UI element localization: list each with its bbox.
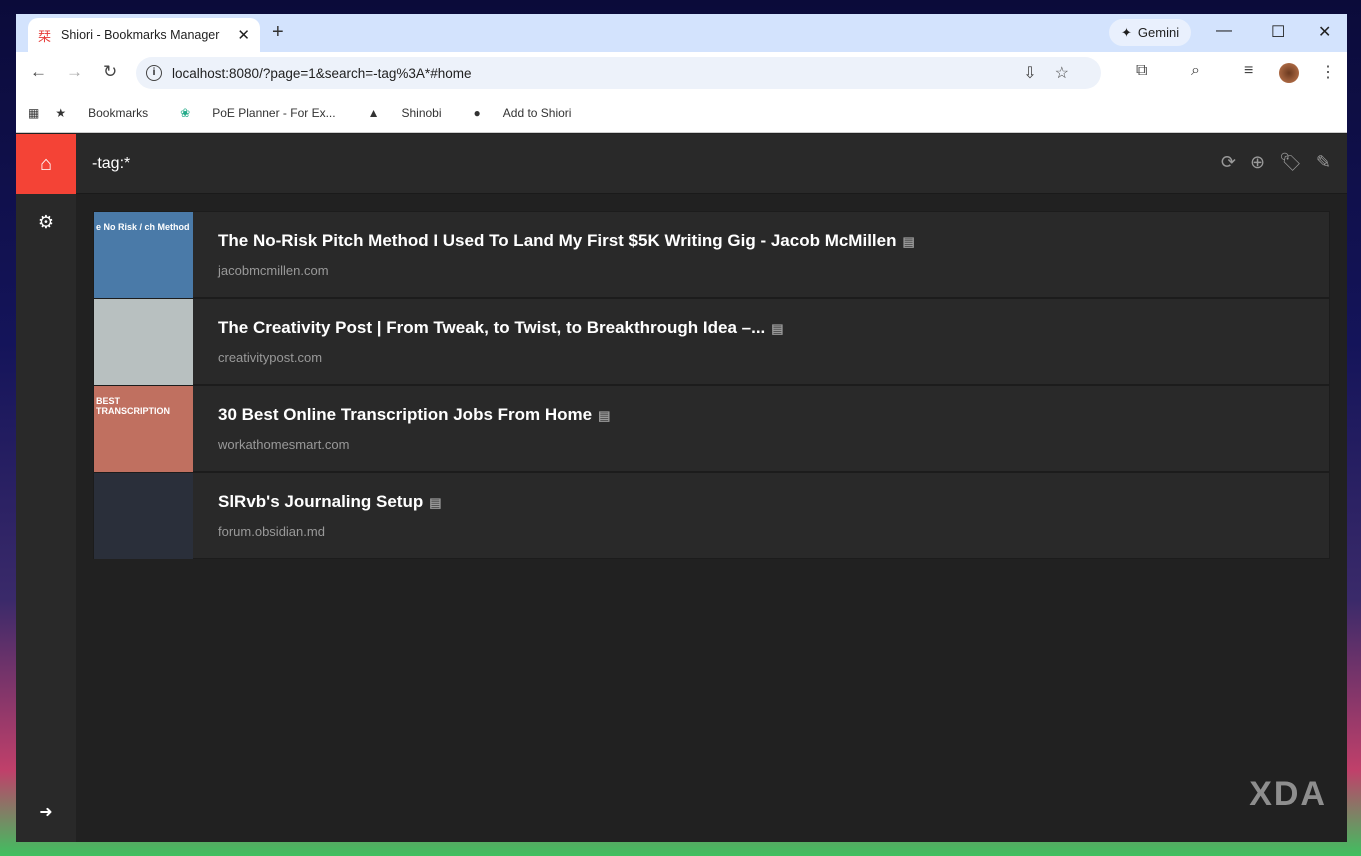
tags-icon[interactable]: 🏷 bbox=[1279, 152, 1302, 173]
toolbar: ← → ↻ i localhost:8080/?page=1&search=-t… bbox=[16, 52, 1347, 93]
bookmark-add-to-shiori[interactable]: ● Add to Shiori bbox=[474, 106, 588, 120]
bookmark-title[interactable]: SlRvb's Journaling Setup ▤ bbox=[218, 492, 442, 512]
bookmark-item[interactable]: SlRvb's Journaling Setup ▤ forum.obsidian… bbox=[93, 472, 1330, 559]
bookmark-title-text[interactable]: SlRvb's Journaling Setup bbox=[218, 492, 423, 511]
reload-button[interactable]: ↻ bbox=[103, 62, 117, 82]
bookmark-bookmarks[interactable]: ★ Bookmarks bbox=[55, 106, 164, 120]
tab-bar: 栞 Shiori - Bookmarks Manager ✕ + ✦ Gemini… bbox=[16, 14, 1347, 52]
new-tab-button[interactable]: + bbox=[272, 21, 284, 44]
tab-shiori[interactable]: 栞 Shiori - Bookmarks Manager ✕ bbox=[28, 18, 260, 52]
sidebar: ⌂ ⚙ ➜ bbox=[16, 134, 76, 842]
bookmark-star-icon[interactable]: ☆ bbox=[1055, 65, 1087, 82]
maximize-button[interactable]: ☐ bbox=[1271, 22, 1285, 42]
bookmark-list: e No Risk / ch Method The No-Risk Pitch … bbox=[93, 211, 1330, 559]
gemini-button[interactable]: ✦ Gemini bbox=[1109, 19, 1192, 46]
bookmark-domain: forum.obsidian.md bbox=[218, 524, 325, 539]
document-icon[interactable]: ▤ bbox=[902, 234, 914, 249]
menu-icon[interactable]: ⋮ bbox=[1320, 62, 1336, 82]
bookmark-label: Add to Shiori bbox=[502, 105, 572, 120]
refresh-icon[interactable]: ⟳ bbox=[1221, 152, 1236, 173]
bookmark-thumbnail[interactable] bbox=[94, 472, 193, 559]
search-header: -tag:* ⟳ ⊕ 🏷 ✎ bbox=[76, 134, 1347, 194]
bookmark-thumbnail[interactable] bbox=[94, 298, 193, 385]
bookmark-domain: creativitypost.com bbox=[218, 350, 323, 365]
document-icon[interactable]: ▤ bbox=[771, 321, 783, 336]
edit-icon[interactable]: ✎ bbox=[1316, 152, 1331, 173]
bookmark-label: Shinobi bbox=[401, 105, 442, 120]
tab-search-icon[interactable]: ⌕ bbox=[1191, 62, 1200, 80]
site-info-icon[interactable]: i bbox=[146, 65, 162, 81]
apps-icon[interactable]: ▦ bbox=[28, 106, 39, 120]
bookmark-label: PoE Planner - For Ex... bbox=[212, 105, 336, 120]
bookmark-item[interactable]: e No Risk / ch Method The No-Risk Pitch … bbox=[93, 211, 1330, 298]
bookmark-title-text[interactable]: The No-Risk Pitch Method I Used To Land … bbox=[218, 231, 896, 250]
media-control-icon[interactable]: ≡ bbox=[1244, 62, 1253, 80]
extensions-icon[interactable]: ⧉ bbox=[1136, 62, 1147, 80]
address-bar[interactable]: i localhost:8080/?page=1&search=-tag%3A*… bbox=[136, 57, 1101, 89]
thumbnail-text: e No Risk / ch Method bbox=[96, 221, 190, 232]
url-text[interactable]: localhost:8080/?page=1&search=-tag%3A*#h… bbox=[172, 66, 471, 81]
bookmark-title[interactable]: The Creativity Post | From Tweak, to Twi… bbox=[218, 318, 784, 338]
document-icon[interactable]: ▤ bbox=[598, 408, 610, 423]
tab-title: Shiori - Bookmarks Manager bbox=[61, 28, 220, 42]
thumbnail-text: BEST TRANSCRIPTION bbox=[96, 395, 170, 416]
bookmark-title[interactable]: 30 Best Online Transcription Jobs From H… bbox=[218, 405, 610, 425]
forward-button[interactable]: → bbox=[66, 62, 83, 82]
install-app-icon[interactable]: ⇩ bbox=[1023, 65, 1054, 82]
shiori-favicon-icon: 栞 bbox=[38, 28, 52, 44]
bookmark-title-text[interactable]: 30 Best Online Transcription Jobs From H… bbox=[218, 405, 592, 424]
home-icon: ⌂ bbox=[39, 152, 53, 175]
bookmark-item[interactable]: The Creativity Post | From Tweak, to Twi… bbox=[93, 298, 1330, 385]
shiori-app: ⌂ ⚙ ➜ -tag:* ⟳ ⊕ 🏷 ✎ e No Risk / ch Meth… bbox=[16, 134, 1347, 842]
bookmark-thumbnail[interactable]: e No Risk / ch Method bbox=[94, 211, 193, 298]
bookmark-shinobi[interactable]: ▲ Shinobi bbox=[368, 106, 458, 120]
close-window-button[interactable]: ✕ bbox=[1318, 22, 1331, 42]
profile-avatar[interactable] bbox=[1279, 63, 1299, 83]
search-query[interactable]: -tag:* bbox=[92, 155, 130, 173]
xda-watermark: XDA bbox=[1249, 775, 1327, 813]
back-button[interactable]: ← bbox=[30, 62, 47, 82]
home-button[interactable]: ⌂ bbox=[16, 134, 76, 194]
bookmark-domain: jacobmcmillen.com bbox=[218, 263, 329, 278]
bookmark-domain: workathomesmart.com bbox=[218, 437, 350, 452]
bookmark-thumbnail[interactable]: BEST TRANSCRIPTION bbox=[94, 385, 193, 472]
settings-button[interactable]: ⚙ bbox=[16, 212, 76, 233]
logout-button[interactable]: ➜ bbox=[16, 802, 76, 822]
star-icon: ★ bbox=[55, 105, 67, 120]
shinobi-icon: ▲ bbox=[367, 105, 380, 120]
bookmark-title[interactable]: The No-Risk Pitch Method I Used To Land … bbox=[218, 231, 915, 251]
bookmark-label: Bookmarks bbox=[88, 105, 149, 120]
gemini-icon: ✦ bbox=[1121, 24, 1132, 40]
add-bookmark-icon[interactable]: ⊕ bbox=[1250, 152, 1265, 173]
browser-window: 栞 Shiori - Bookmarks Manager ✕ + ✦ Gemini… bbox=[16, 14, 1347, 842]
bookmark-item[interactable]: BEST TRANSCRIPTION 30 Best Online Transc… bbox=[93, 385, 1330, 472]
bookmark-title-text[interactable]: The Creativity Post | From Tweak, to Twi… bbox=[218, 318, 765, 337]
minimize-button[interactable]: — bbox=[1216, 22, 1232, 40]
gemini-label: Gemini bbox=[1137, 25, 1180, 40]
close-tab-icon[interactable]: ✕ bbox=[237, 26, 250, 44]
poe-icon: ❀ bbox=[180, 105, 191, 120]
document-icon[interactable]: ▤ bbox=[429, 495, 441, 510]
bookmark-poe-planner[interactable]: ❀ PoE Planner - For Ex... bbox=[180, 106, 351, 120]
globe-icon: ● bbox=[473, 105, 481, 120]
bookmarks-bar: ▦ ★ Bookmarks ❀ PoE Planner - For Ex... ▲ S… bbox=[16, 93, 1347, 133]
